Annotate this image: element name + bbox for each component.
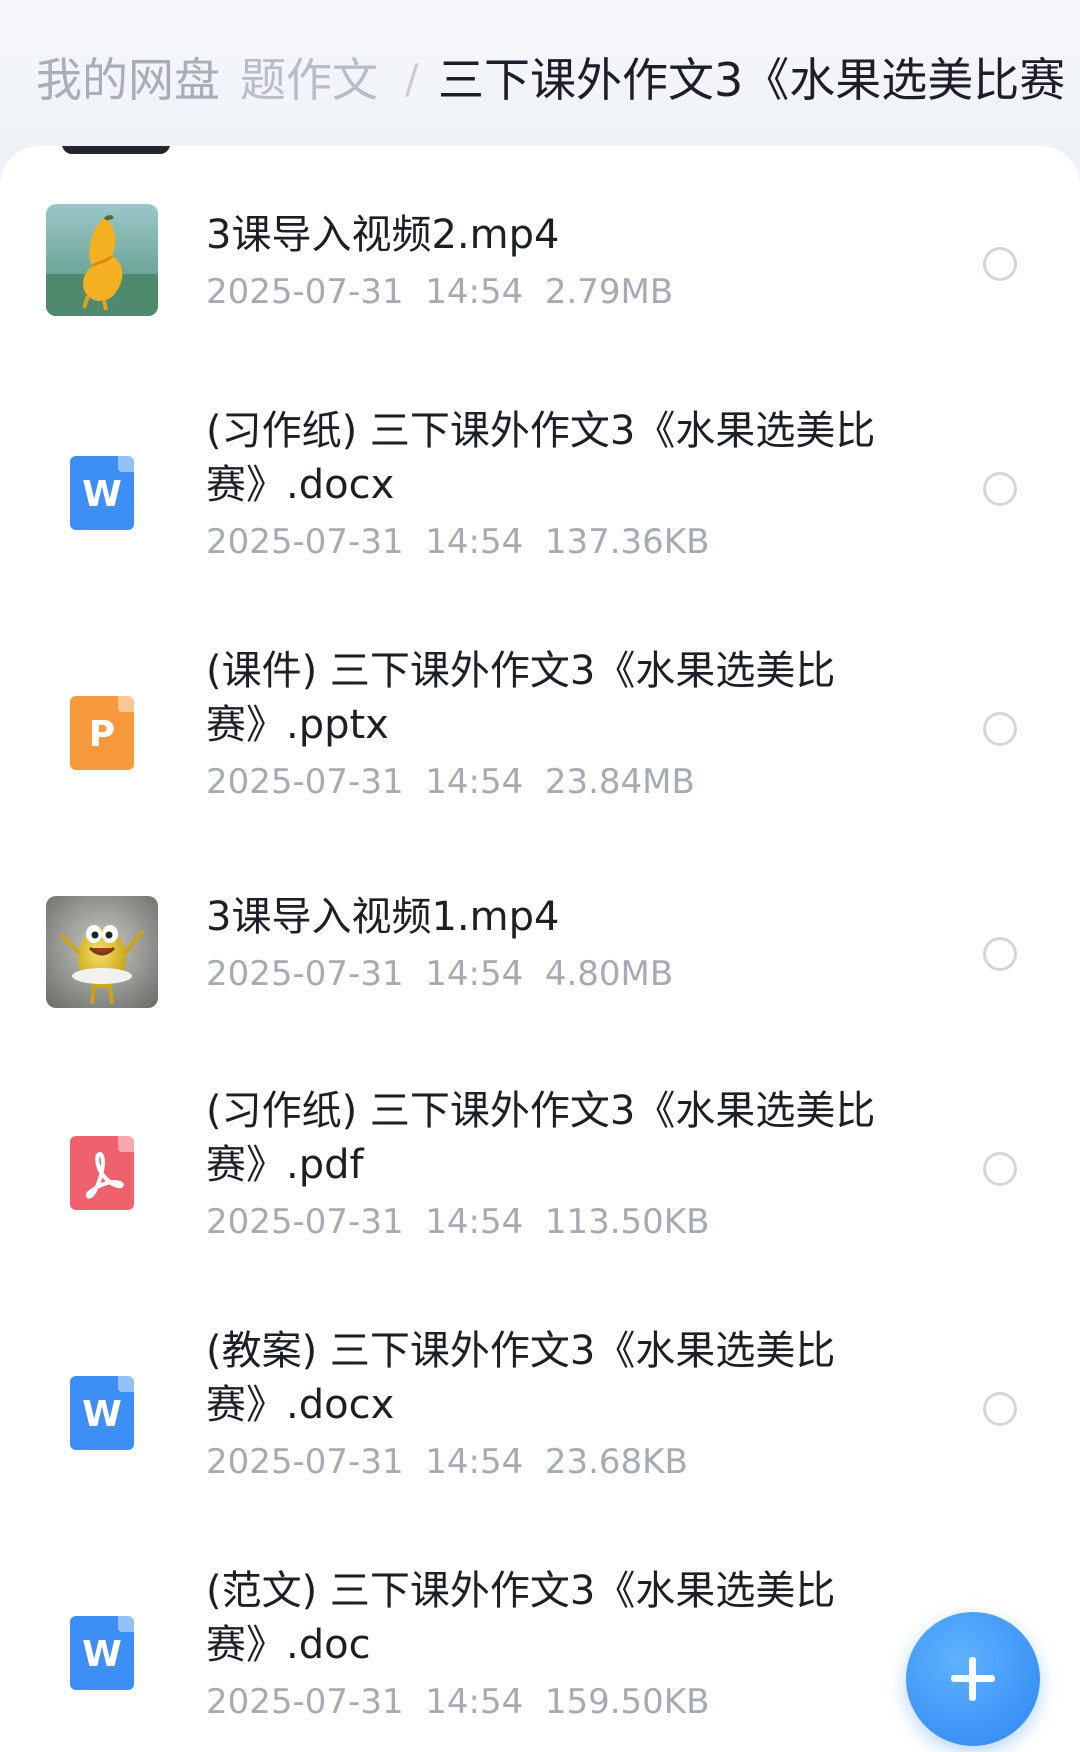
file-date: 2025-07-31	[206, 1442, 404, 1482]
file-meta: 2025-07-31 14:54 113.50KB	[206, 1202, 709, 1242]
previous-item-edge	[62, 146, 170, 154]
file-time: 14:54	[425, 1442, 524, 1482]
file-name: 3课导入视频2.mp4	[206, 212, 560, 258]
file-row[interactable]: (习作纸) 三下课外作文3《水果选美比赛》.pdf 2025-07-31 14:…	[0, 1084, 1080, 1284]
file-date: 2025-07-31	[206, 1682, 404, 1722]
select-radio[interactable]	[983, 1392, 1017, 1426]
select-radio[interactable]	[983, 1152, 1017, 1186]
file-meta: 2025-07-31 14:54 23.68KB	[206, 1442, 688, 1482]
file-time: 14:54	[425, 1202, 524, 1242]
file-date: 2025-07-31	[206, 522, 404, 562]
file-name: (课件) 三下课外作文3《水果选美比赛》.pptx	[206, 648, 836, 748]
file-date: 2025-07-31	[206, 1202, 404, 1242]
select-radio[interactable]	[983, 937, 1017, 971]
file-size: 113.50KB	[544, 1202, 710, 1242]
video-thumbnail-icon	[46, 204, 158, 316]
file-row[interactable]: W (习作纸) 三下课外作文3《水果选美比赛》.docx 2025-07-31 …	[0, 404, 1080, 604]
word-doc-icon: W	[70, 1616, 134, 1690]
file-meta: 2025-07-31 14:54 4.80MB	[206, 954, 673, 994]
file-size: 137.36KB	[544, 522, 710, 562]
select-radio[interactable]	[983, 247, 1017, 281]
file-name: (习作纸) 三下课外作文3《水果选美比赛》.docx	[206, 408, 876, 508]
word-doc-icon: W	[70, 1376, 134, 1450]
pdf-doc-icon	[70, 1136, 134, 1210]
breadcrumb-current-folder: 三下课外作文3《水果选美比赛	[438, 53, 1066, 107]
file-name: (教案) 三下课外作文3《水果选美比赛》.docx	[206, 1328, 836, 1428]
breadcrumb-root[interactable]: 我的网盘	[36, 40, 220, 120]
file-size: 159.50KB	[544, 1682, 710, 1722]
file-name: (范文) 三下课外作文3《水果选美比赛》.doc	[206, 1568, 836, 1668]
select-radio[interactable]	[983, 472, 1017, 506]
file-size: 4.80MB	[544, 954, 674, 994]
word-doc-icon: W	[70, 456, 134, 530]
file-time: 14:54	[425, 522, 524, 562]
file-size: 23.68KB	[544, 1442, 688, 1482]
file-list: 3课导入视频2.mp4 2025-07-31 14:54 2.79MB W (习…	[0, 146, 1080, 1752]
file-name: (习作纸) 三下课外作文3《水果选美比赛》.pdf	[206, 1088, 876, 1188]
file-meta: 2025-07-31 14:54 23.84MB	[206, 762, 695, 802]
file-name: 3课导入视频1.mp4	[206, 894, 560, 940]
select-radio[interactable]	[983, 712, 1017, 746]
file-date: 2025-07-31	[206, 954, 404, 994]
ppt-doc-icon: P	[70, 696, 134, 770]
file-meta: 2025-07-31 14:54 137.36KB	[206, 522, 709, 562]
file-time: 14:54	[425, 954, 524, 994]
file-meta: 2025-07-31 14:54 2.79MB	[206, 272, 673, 312]
file-row[interactable]: W (教案) 三下课外作文3《水果选美比赛》.docx 2025-07-31 1…	[0, 1324, 1080, 1524]
breadcrumb: 我的网盘 题作文 / 三下课外作文3《水果选美比赛	[0, 40, 1080, 120]
video-thumbnail-icon	[46, 896, 158, 1008]
breadcrumb-parent-folder[interactable]: 题作文	[240, 40, 378, 120]
file-size: 23.84MB	[544, 762, 695, 802]
breadcrumb-separator: /	[405, 57, 419, 103]
file-date: 2025-07-31	[206, 762, 404, 802]
file-row[interactable]: P (课件) 三下课外作文3《水果选美比赛》.pptx 2025-07-31 1…	[0, 644, 1080, 844]
file-size: 2.79MB	[544, 272, 674, 312]
file-time: 14:54	[425, 762, 524, 802]
file-meta: 2025-07-31 14:54 159.50KB	[206, 1682, 709, 1722]
file-time: 14:54	[425, 272, 524, 312]
file-date: 2025-07-31	[206, 272, 404, 312]
file-time: 14:54	[425, 1682, 524, 1722]
file-row[interactable]: 3课导入视频2.mp4 2025-07-31 14:54 2.79MB	[0, 186, 1080, 336]
file-row[interactable]: 3课导入视频1.mp4 2025-07-31 14:54 4.80MB	[0, 868, 1080, 1018]
netdisk-page: 我的网盘 题作文 / 三下课外作文3《水果选美比赛 3课导入视频2.mp4 20…	[0, 0, 1080, 1752]
add-button[interactable]	[906, 1612, 1040, 1746]
